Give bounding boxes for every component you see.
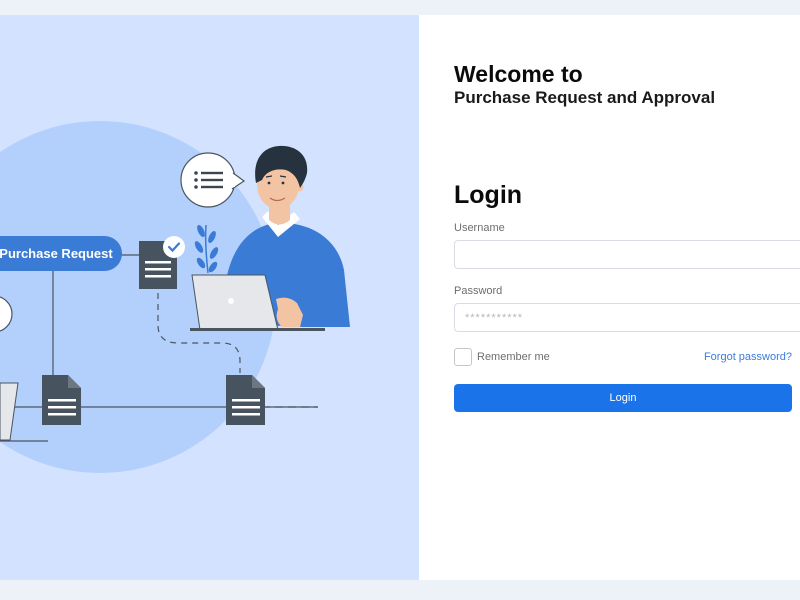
login-panel: Welcome to Purchase Request and Approval…: [419, 15, 800, 580]
password-input[interactable]: [454, 303, 800, 332]
document-icon: [226, 375, 265, 425]
login-heading: Login: [454, 181, 522, 210]
purchase-request-text: Purchase Request: [0, 246, 113, 261]
password-label: Password: [454, 285, 502, 297]
remember-me-option[interactable]: Remember me: [454, 348, 550, 366]
welcome-title: Welcome to: [454, 61, 583, 88]
purchase-workflow-illustration: Purchase Request: [0, 15, 419, 580]
remember-me-label: Remember me: [477, 351, 550, 363]
check-badge-icon: [163, 236, 185, 258]
remember-me-checkbox[interactable]: [454, 348, 472, 366]
login-button[interactable]: Login: [454, 384, 792, 412]
app-name-subtitle: Purchase Request and Approval: [454, 88, 715, 108]
forgot-password-link[interactable]: Forgot password?: [704, 351, 792, 363]
illustration-panel: Purchase Request: [0, 15, 419, 580]
username-input[interactable]: [454, 240, 800, 269]
document-icon: [42, 375, 81, 425]
username-label: Username: [454, 222, 505, 234]
